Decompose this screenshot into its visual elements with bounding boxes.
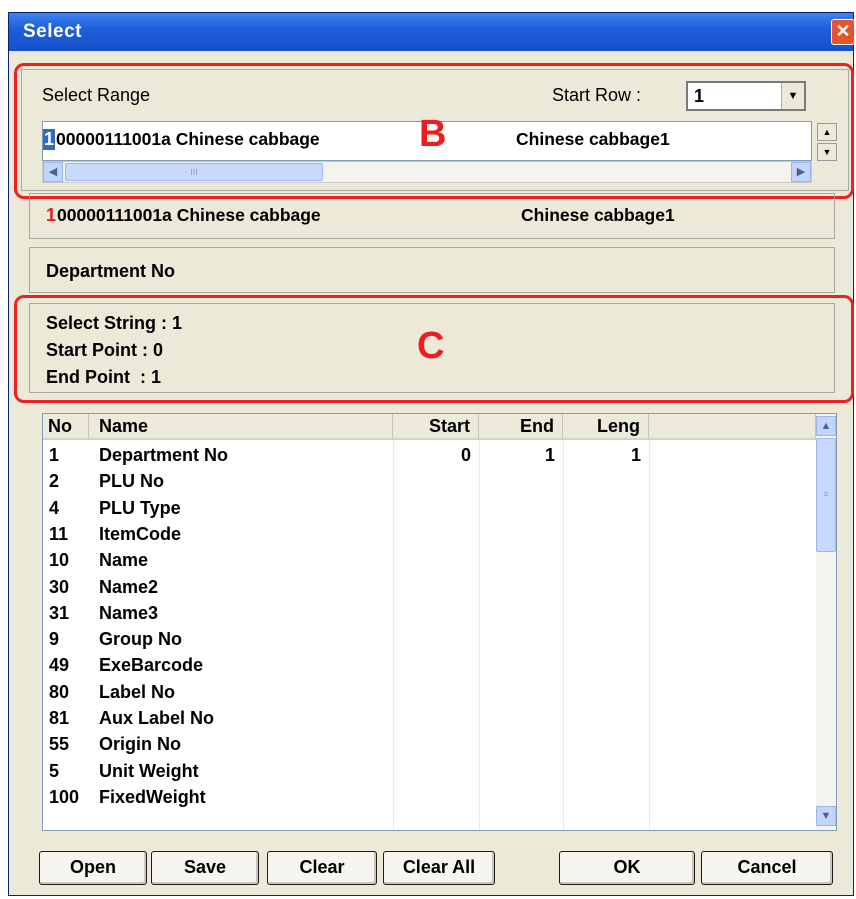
cell-no: 2 (49, 471, 60, 492)
cell-end: 1 (544, 445, 555, 465)
cell-no: 4 (49, 497, 60, 518)
cell-name: Department No (99, 445, 229, 465)
clear-all-button[interactable]: Clear All (383, 851, 495, 885)
list-vertical-scrollbar[interactable]: ▲ ≡ ▼ (816, 414, 836, 830)
ok-button[interactable]: OK (559, 851, 695, 885)
preview-first-char: 1 (46, 205, 57, 225)
window-title: Select (23, 21, 82, 42)
cell-leng: 1 (630, 445, 641, 465)
cell-name: Name (99, 550, 149, 571)
cell-name: ExeBarcode (99, 655, 204, 676)
column-header-end[interactable]: End (479, 414, 563, 440)
cell-no: 55 (49, 734, 70, 755)
cell-name: PLU Type (99, 497, 181, 518)
cell-name: ItemCode (99, 523, 182, 544)
annotation-label-b: B (419, 113, 447, 155)
cell-no: 11 (49, 523, 69, 544)
cell-no: 80 (49, 681, 70, 702)
table-row[interactable]: 100 FixedWeight (43, 784, 816, 810)
field-list-table[interactable]: No Name Start End Leng 1 Department No 0 1 1… (42, 413, 837, 831)
scrollbar-thumb[interactable]: ≡ (816, 438, 836, 552)
cell-no: 30 (49, 576, 70, 597)
clear-button[interactable]: Clear (267, 851, 377, 885)
cell-no: 100 (49, 786, 80, 807)
table-row[interactable]: 9 Group No (43, 626, 816, 652)
cell-name: Origin No (99, 734, 181, 755)
table-row[interactable]: 11 ItemCode (43, 521, 816, 547)
preview-text-right: Chinese cabbage1 (521, 205, 675, 225)
cancel-button[interactable]: Cancel (701, 851, 833, 885)
column-header-blank (649, 414, 816, 440)
column-header-no[interactable]: No (43, 414, 89, 440)
cell-no: 31 (49, 602, 70, 623)
annotation-label-c: C (417, 325, 445, 367)
table-row[interactable]: 4 PLU Type (43, 495, 816, 521)
cell-no: 81 (49, 708, 70, 728)
save-button[interactable]: Save (151, 851, 259, 885)
table-row[interactable]: 2 PLU No (43, 468, 816, 494)
cell-start: 0 (460, 445, 471, 465)
cell-no: 49 (49, 655, 70, 676)
table-row[interactable]: 1 Department No 0 1 1 (43, 442, 816, 468)
cell-name: FixedWeight (99, 786, 206, 807)
column-header-start[interactable]: Start (393, 414, 479, 440)
scroll-up-icon[interactable]: ▲ (816, 416, 836, 436)
cell-no: 9 (49, 629, 60, 650)
cell-no: 1 (49, 445, 60, 465)
open-button[interactable]: Open (39, 851, 147, 885)
cell-name: Group No (99, 629, 182, 650)
cell-name: Name2 (99, 576, 159, 597)
cell-no: 5 (49, 760, 60, 781)
cell-name: Name3 (99, 602, 159, 623)
cell-name: Label No (99, 681, 176, 702)
close-button[interactable]: ✕ (831, 19, 855, 45)
column-header-name[interactable]: Name (89, 414, 393, 440)
title-bar[interactable]: Select ✕ (9, 13, 855, 51)
cell-no: 10 (49, 550, 70, 571)
column-header-leng[interactable]: Leng (563, 414, 649, 440)
table-row[interactable]: 81 Aux Label No (43, 705, 816, 731)
cell-name: Aux Label No (99, 708, 215, 728)
table-row[interactable]: 49 ExeBarcode (43, 652, 816, 678)
table-row[interactable]: 10 Name (43, 547, 816, 573)
table-row[interactable]: 55 Origin No (43, 731, 816, 757)
cell-name: Unit Weight (99, 760, 199, 781)
field-name-label: Department No (46, 261, 176, 281)
scroll-down-icon[interactable]: ▼ (816, 806, 836, 826)
table-row[interactable]: 31 Name3 (43, 600, 816, 626)
preview-text-left: 00000111001a Chinese cabbage (57, 205, 321, 225)
select-dialog: Select ✕ Select Range Start Row : 1 ▼ 1 … (8, 12, 855, 896)
table-row[interactable]: 80 Label No (43, 679, 816, 705)
table-row[interactable]: 30 Name2 (43, 574, 816, 600)
table-row[interactable]: 5 Unit Weight (43, 758, 816, 784)
cell-name: PLU No (99, 471, 164, 492)
